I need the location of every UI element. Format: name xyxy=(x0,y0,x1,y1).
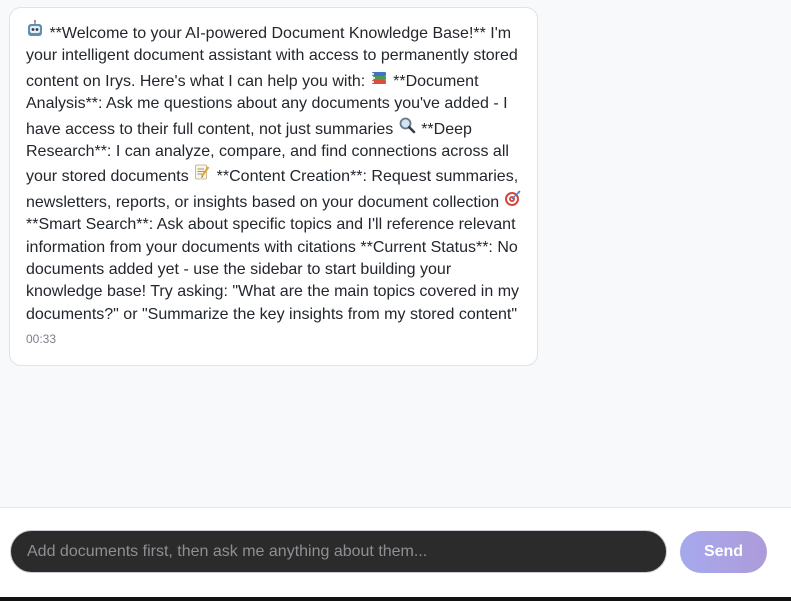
window-bottom-edge xyxy=(0,597,791,601)
assistant-message: **Welcome to your AI-powered Document Kn… xyxy=(9,7,538,366)
message-input-wrapper xyxy=(10,530,667,573)
message-timestamp: 00:33 xyxy=(26,332,57,347)
memo-icon xyxy=(193,163,212,181)
composer-bar: Send xyxy=(0,507,791,598)
message-input[interactable] xyxy=(11,531,666,572)
send-button[interactable]: Send xyxy=(680,531,767,573)
message-list[interactable]: **Welcome to your AI-powered Document Kn… xyxy=(0,0,791,507)
chat-app: **Welcome to your AI-powered Document Kn… xyxy=(0,0,791,601)
message-text: **Welcome to your AI-powered Document Kn… xyxy=(26,20,523,326)
robot-icon xyxy=(26,20,45,38)
message-segment-smart-search: **Smart Search**: Ask about specific top… xyxy=(26,216,520,323)
target-icon xyxy=(504,189,523,207)
magnifier-icon xyxy=(398,116,417,134)
books-icon xyxy=(370,68,389,86)
